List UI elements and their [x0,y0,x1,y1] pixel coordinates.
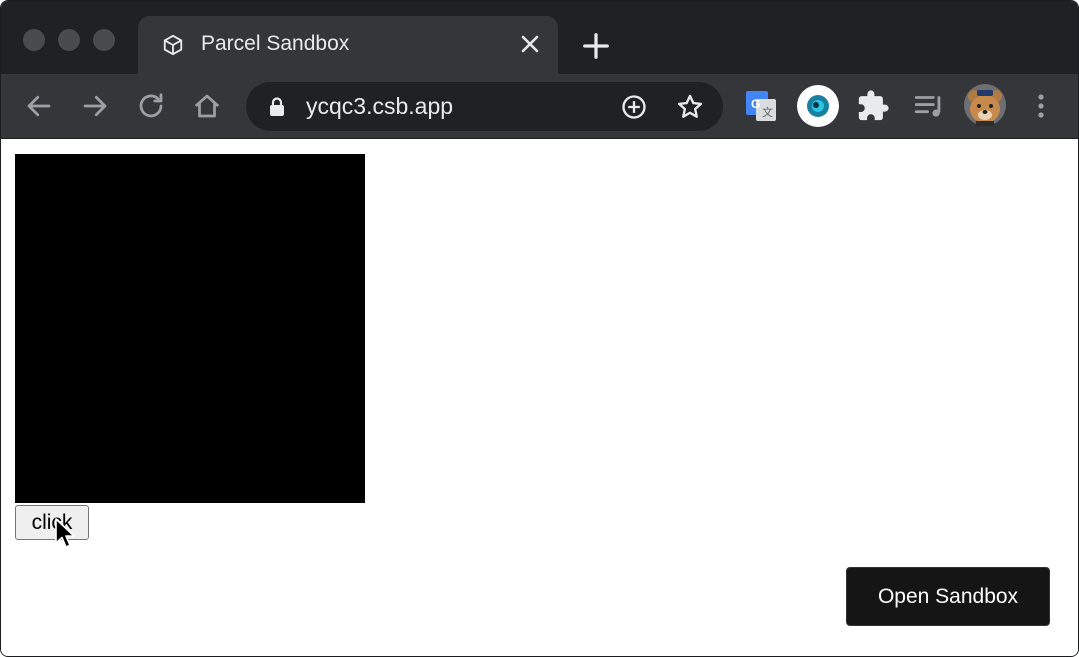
svg-text:G: G [751,97,760,111]
url-text[interactable]: ycqc3.csb.app [306,93,453,120]
forward-arrow-icon[interactable] [80,91,110,121]
eye-extension-icon[interactable] [796,84,840,128]
media-playlist-icon[interactable] [912,89,946,123]
mouse-cursor-icon [55,518,75,548]
browser-toolbar: ycqc3.csb.app G 文 [1,74,1078,139]
home-icon[interactable] [192,91,222,121]
open-sandbox-button[interactable]: Open Sandbox [846,567,1050,626]
more-menu-icon[interactable] [1024,89,1058,123]
browser-window: Parcel Sandbox ycqc3.csb.app G 文 click O… [0,0,1079,657]
lock-icon[interactable] [268,97,286,117]
window-maximize-button[interactable] [93,29,115,51]
black-canvas [15,154,365,503]
window-minimize-button[interactable] [58,29,80,51]
tab-title: Parcel Sandbox [201,32,350,55]
close-tab-icon[interactable] [518,32,542,56]
codesandbox-cube-icon [163,34,183,56]
tab-strip: Parcel Sandbox [1,1,1078,74]
window-close-button[interactable] [23,29,45,51]
new-tab-icon[interactable] [581,31,611,61]
reload-icon[interactable] [136,91,166,121]
install-app-icon[interactable] [620,93,648,121]
address-bar[interactable]: ycqc3.csb.app [246,82,723,131]
tab-parcel-sandbox[interactable]: Parcel Sandbox [138,16,558,74]
svg-text:文: 文 [762,105,773,119]
puzzle-extensions-icon[interactable] [856,89,890,123]
google-translate-icon[interactable]: G 文 [744,89,778,123]
back-arrow-icon[interactable] [24,91,54,121]
profile-avatar[interactable] [964,84,1006,126]
click-button[interactable]: click [15,505,89,540]
bookmark-star-icon[interactable] [676,93,704,121]
